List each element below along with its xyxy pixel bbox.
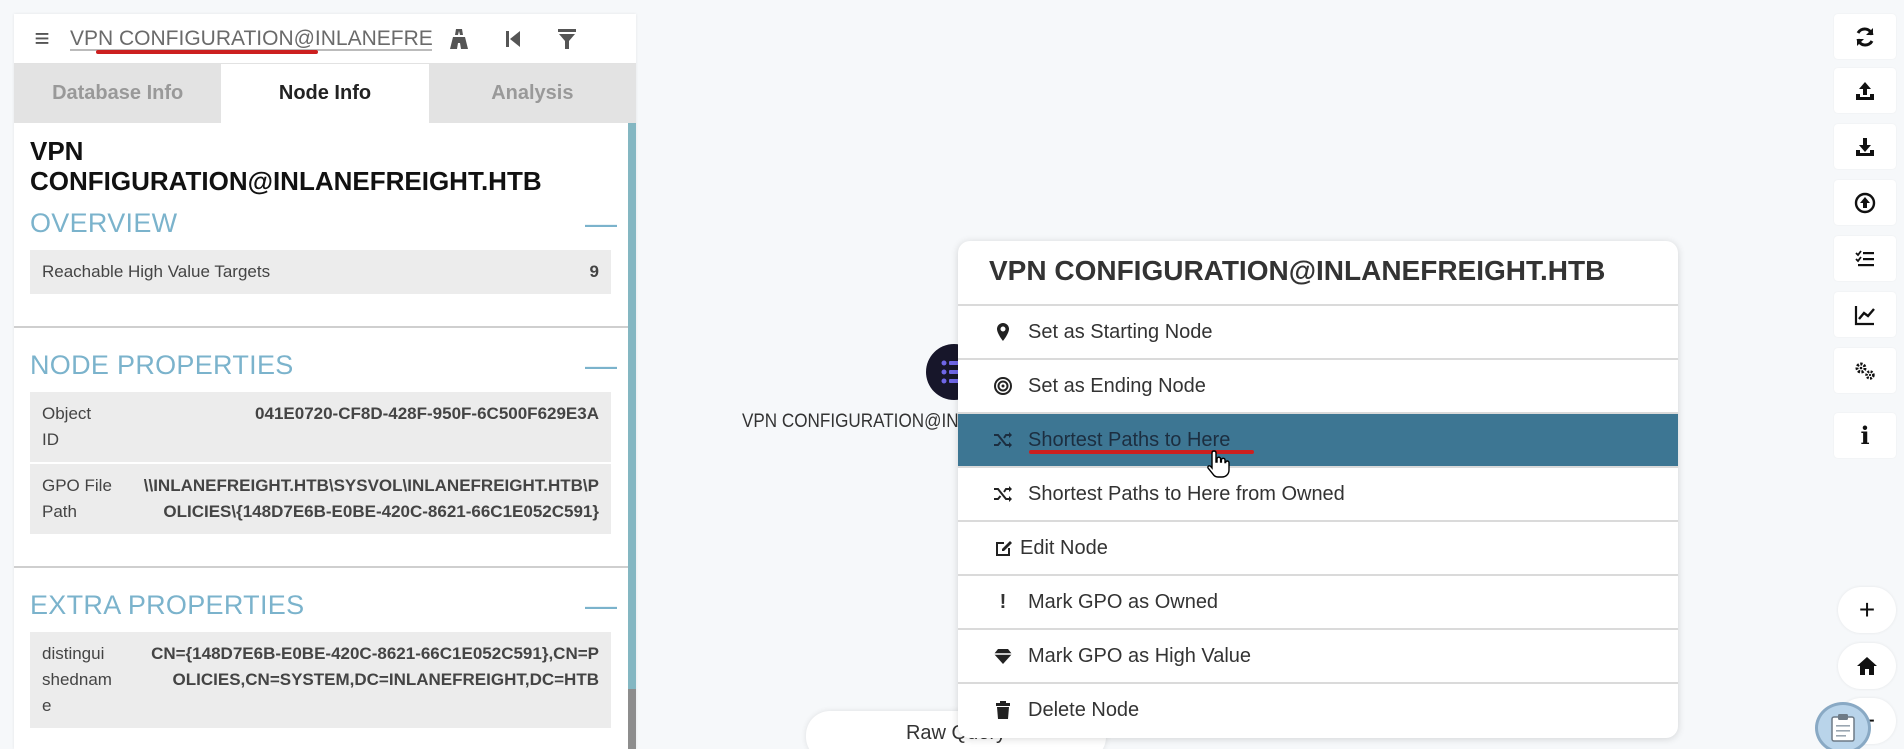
menu-item-shortest-paths-to-here[interactable]: Shortest Paths to Here	[958, 412, 1678, 466]
import-icon	[1854, 192, 1876, 213]
shuffle-icon	[992, 430, 1014, 450]
info-icon: i	[1860, 421, 1870, 450]
menu-item-mark-gpo-high-value[interactable]: Mark GPO as High Value	[958, 628, 1678, 682]
upload-icon	[1856, 81, 1874, 100]
tab-analysis[interactable]: Analysis	[428, 64, 636, 123]
exclamation-icon: !	[999, 590, 1007, 613]
bullseye-icon	[992, 376, 1014, 396]
tab-database-info[interactable]: Database Info	[14, 64, 222, 123]
settings-icon	[1855, 362, 1875, 380]
table-row: Object ID 041E0720-CF8D-428F-950F-6C500F…	[30, 392, 611, 464]
tab-node-info[interactable]: Node Info	[221, 64, 429, 123]
panel-body: VPN CONFIGURATION@INLANEFREIGHT.HTB OVER…	[14, 123, 636, 749]
prop-value: \\INLANEFREIGHT.HTB\SYSVOL\INLANEFREIGHT…	[143, 476, 599, 521]
section-divider	[14, 566, 628, 568]
menu-item-label: Set as Ending Node	[1028, 374, 1206, 397]
table-row: distinguishedname CN={148D7E6B-E0BE-420C…	[30, 632, 611, 730]
node-title: VPN CONFIGURATION@INLANEFREIGHT.HTB	[30, 136, 542, 196]
panel-tabs: Database Info Node Info Analysis	[14, 64, 636, 123]
search-input[interactable]	[70, 26, 432, 51]
zoom-in-button[interactable]: +	[1838, 587, 1896, 633]
node-info-panel: ≡ Database Info Node Info Analysis VPN C…	[14, 14, 636, 749]
menu-item-set-ending-node[interactable]: Set as Ending Node	[958, 358, 1678, 412]
prop-value: 9	[589, 262, 599, 281]
menu-item-label: Delete Node	[1028, 698, 1140, 721]
menu-item-label: Mark GPO as High Value	[1028, 644, 1252, 667]
collapse-extra-properties-button[interactable]: —	[585, 589, 617, 621]
download-icon	[1856, 137, 1874, 156]
overview-section: OVERVIEW — Reachable High Value Targets …	[14, 196, 628, 296]
node-properties-section: NODE PROPERTIES — Object ID 041E0720-CF8…	[14, 338, 628, 536]
overview-title: OVERVIEW	[30, 207, 178, 238]
table-row[interactable]: Reachable High Value Targets 9	[30, 250, 611, 296]
info-button[interactable]: i	[1834, 413, 1896, 458]
table-row: GPO File Path \\INLANEFREIGHT.HTB\SYSVOL…	[30, 464, 611, 536]
refresh-icon	[1856, 26, 1874, 47]
home-button[interactable]	[1838, 643, 1896, 689]
collapse-overview-button[interactable]: —	[585, 207, 617, 239]
menu-item-label: Shortest Paths to Here	[1028, 428, 1231, 451]
shuffle-icon	[992, 484, 1014, 504]
extra-properties-section: EXTRA PROPERTIES — distinguishedname CN=…	[14, 578, 628, 730]
prop-key: Object ID	[42, 404, 92, 449]
search-bar: ≡	[14, 14, 636, 64]
queries-button[interactable]	[1834, 236, 1896, 281]
upload-button[interactable]	[1834, 68, 1896, 113]
scrollbar-thumb[interactable]	[628, 689, 636, 749]
collapse-node-properties-button[interactable]: —	[585, 349, 617, 381]
trash-icon	[992, 700, 1014, 720]
scrollbar[interactable]	[628, 123, 636, 749]
edit-icon	[992, 538, 1014, 558]
prop-key: distinguishedname	[42, 644, 112, 715]
section-divider	[14, 326, 628, 328]
diamond-icon	[992, 646, 1014, 666]
menu-item-label: Set as Starting Node	[1028, 320, 1213, 343]
menu-icon[interactable]: ≡	[14, 23, 70, 54]
context-menu-title: VPN CONFIGURATION@INLANEFREIGHT.HTB	[989, 255, 1606, 286]
menu-item-shortest-paths-from-owned[interactable]: Shortest Paths to Here from Owned	[958, 466, 1678, 520]
menu-item-label: Edit Node	[1020, 536, 1108, 559]
hand-cursor-icon	[1207, 450, 1230, 478]
home-icon	[1857, 657, 1877, 675]
prop-key: Reachable High Value Targets	[42, 262, 271, 281]
clipboard-icon	[1831, 714, 1855, 742]
stats-icon	[1854, 305, 1875, 325]
stats-button[interactable]	[1834, 292, 1896, 337]
menu-item-mark-gpo-owned[interactable]: ! Mark GPO as Owned	[958, 574, 1678, 628]
extra-properties-title: EXTRA PROPERTIES	[30, 589, 305, 620]
menu-item-label: Mark GPO as Owned	[1028, 590, 1219, 613]
prop-value: 041E0720-CF8D-428F-950F-6C500F629E3A	[255, 404, 599, 423]
node-properties-title: NODE PROPERTIES	[30, 349, 294, 380]
filter-icon[interactable]	[540, 27, 594, 51]
import-button[interactable]	[1834, 180, 1896, 225]
back-icon[interactable]	[486, 27, 540, 51]
menu-item-edit-node[interactable]: Edit Node	[958, 520, 1678, 574]
menu-item-delete-node[interactable]: Delete Node	[958, 682, 1678, 736]
settings-button[interactable]	[1834, 348, 1896, 393]
pathfinding-icon[interactable]	[432, 27, 486, 51]
clipboard-button[interactable]	[1815, 702, 1871, 749]
node-context-menu: VPN CONFIGURATION@INLANEFREIGHT.HTB Set …	[958, 241, 1678, 738]
menu-item-set-starting-node[interactable]: Set as Starting Node	[958, 304, 1678, 358]
menu-item-label: Shortest Paths to Here from Owned	[1028, 482, 1345, 505]
prop-value: CN={148D7E6B-E0BE-420C-8621-66C1E052C591…	[151, 644, 599, 689]
prop-key: GPO File Path	[42, 476, 112, 521]
queries-icon	[1855, 249, 1874, 266]
map-marker-icon	[992, 322, 1014, 342]
refresh-button[interactable]	[1834, 14, 1896, 59]
annotation-underline	[96, 50, 318, 54]
download-button[interactable]	[1834, 124, 1896, 169]
